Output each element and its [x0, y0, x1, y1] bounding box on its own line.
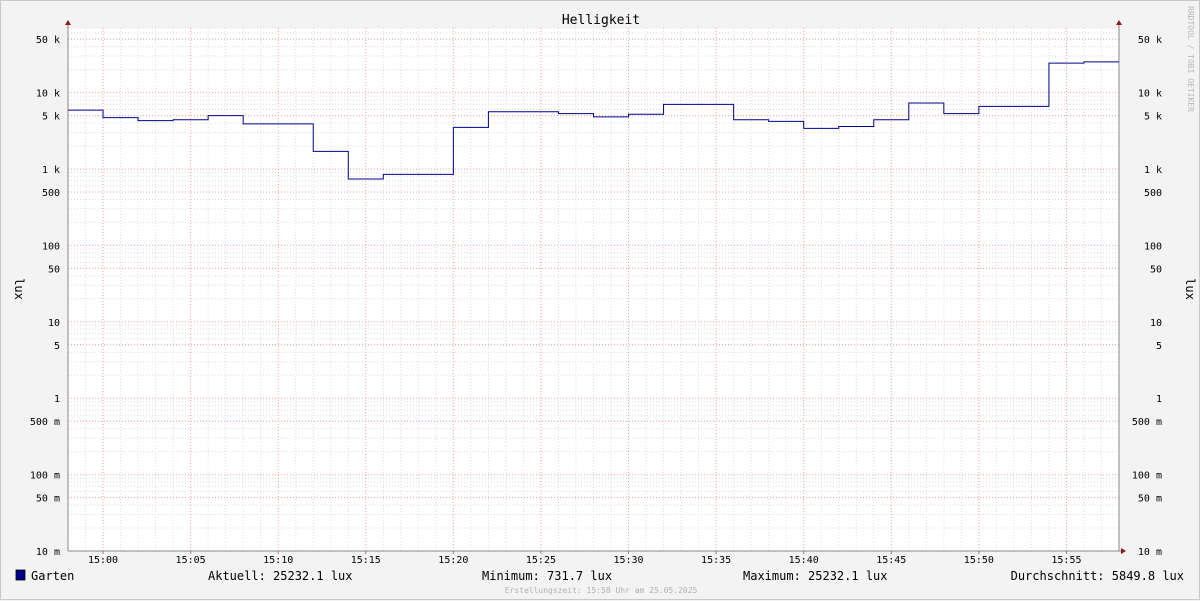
- legend-swatch: [15, 569, 26, 581]
- x-tick-label: 15:20: [438, 555, 468, 566]
- y-tick-label-left: 10: [48, 318, 60, 329]
- y-tick-label-left: 100 m: [30, 471, 60, 482]
- x-tick-label: 15:45: [876, 555, 906, 566]
- y-tick-label-left: 50: [48, 264, 60, 275]
- y-tick-label-right: 10: [1150, 318, 1162, 329]
- y-tick-label-right: 10 k: [1138, 89, 1162, 100]
- y-axis-label-right: lux: [1183, 278, 1197, 300]
- chart-title: Helligkeit: [562, 13, 640, 28]
- y-tick-label-right: 1: [1156, 394, 1162, 405]
- y-tick-label-right: 50: [1150, 264, 1162, 275]
- x-tick-label: 15:10: [263, 555, 293, 566]
- y-tick-label-left: 50 k: [36, 35, 60, 46]
- y-axis-label-left: lux: [12, 278, 26, 300]
- chart: 15:00 15:05 15:10 15:15 15:20 15:25 15:30 15:35…: [12, 6, 1197, 595]
- y-tick-label-right: 50 k: [1138, 35, 1162, 46]
- x-tick-label: 15:50: [964, 555, 994, 566]
- x-tick-label: 15:00: [88, 555, 118, 566]
- y-tick-label-right: 100: [1144, 241, 1162, 252]
- y-tick-label-left: 1 k: [42, 165, 60, 176]
- y-tick-label-right: 500: [1144, 188, 1162, 199]
- y-tick-label-left: 500: [42, 188, 60, 199]
- chart-frame: 15:00 15:05 15:10 15:15 15:20 15:25 15:30 15:35…: [0, 0, 1200, 600]
- grid: [67, 27, 1120, 552]
- y-tick-label-right: 5: [1156, 341, 1162, 352]
- y-axis-arrow-left: [65, 20, 71, 25]
- y-tick-label-left: 50 m: [36, 494, 60, 505]
- y-tick-label-right: 1 k: [1144, 165, 1162, 176]
- x-tick-label: 15:55: [1051, 555, 1081, 566]
- y-tick-label-right: 100 m: [1132, 471, 1162, 482]
- y-tick-label-left: 10 m: [36, 547, 60, 558]
- creation-timestamp: Erstellungszeit: 15:58 Uhr am 25.05.2025: [505, 586, 698, 595]
- x-tick-label: 15:25: [526, 555, 556, 566]
- y-tick-label-left: 500 m: [30, 417, 60, 428]
- y-tick-label-right: 500 m: [1132, 417, 1162, 428]
- legend-average: Durchschnitt: 5849.8 lux: [1011, 569, 1184, 583]
- legend-minimum: Minimum: 731.7 lux: [482, 569, 612, 583]
- y-tick-label-right: 10 m: [1138, 547, 1162, 558]
- legend-label: Garten: [31, 569, 74, 583]
- y-tick-label-left: 5 k: [42, 112, 60, 123]
- legend-current: Aktuell: 25232.1 lux: [208, 569, 353, 583]
- watermark: RRDTOOL / TOBI OETIKER: [1186, 6, 1195, 112]
- x-tick-label: 15:05: [176, 555, 206, 566]
- x-tick-label: 15:30: [613, 555, 643, 566]
- x-tick-label: 15:40: [789, 555, 819, 566]
- x-tick-label: 15:15: [351, 555, 381, 566]
- x-tick-label: 15:35: [701, 555, 731, 566]
- y-tick-label-left: 100: [42, 241, 60, 252]
- y-tick-label-right: 5 k: [1144, 112, 1162, 123]
- y-tick-label-left: 5: [54, 341, 60, 352]
- y-tick-label-left: 10 k: [36, 89, 60, 100]
- x-axis-arrow: [1121, 548, 1126, 554]
- y-axis-arrow-right: [1116, 20, 1122, 25]
- y-tick-label-right: 50 m: [1138, 494, 1162, 505]
- legend-maximum: Maximum: 25232.1 lux: [743, 569, 888, 583]
- y-tick-label-left: 1: [54, 394, 60, 405]
